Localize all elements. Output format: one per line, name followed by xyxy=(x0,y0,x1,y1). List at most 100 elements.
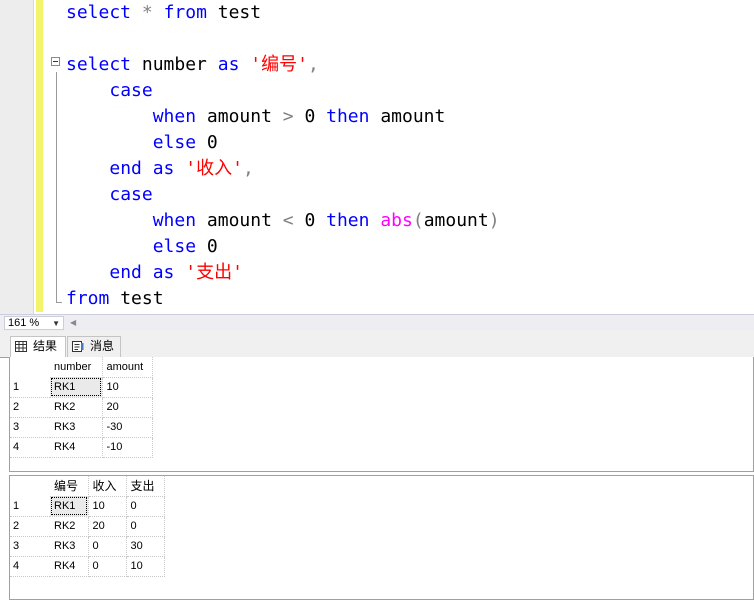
collapse-icon[interactable] xyxy=(51,57,60,66)
table-row[interactable]: 3 RK3 -30 xyxy=(10,417,153,438)
column-header[interactable]: 支出 xyxy=(126,476,165,497)
table-cell[interactable]: RK2 xyxy=(50,397,103,418)
row-number[interactable]: 4 xyxy=(10,556,50,577)
code-token: amount xyxy=(196,210,283,231)
table-cell[interactable]: 10 xyxy=(126,556,165,577)
table-cell[interactable]: 0 xyxy=(126,516,165,537)
table-cell[interactable]: 0 xyxy=(88,536,127,557)
zoom-dropdown[interactable]: 161 % ▼ xyxy=(4,316,64,330)
column-header[interactable]: number xyxy=(50,357,103,378)
column-header[interactable]: 收入 xyxy=(88,476,127,497)
code-operator: < xyxy=(282,210,294,231)
code-line[interactable]: else 0 xyxy=(66,234,218,260)
code-keyword: end xyxy=(109,158,142,179)
table-cell[interactable]: -10 xyxy=(102,437,153,458)
row-number[interactable]: 1 xyxy=(10,377,50,398)
table-cell[interactable]: 30 xyxy=(126,536,165,557)
code-line[interactable]: from test xyxy=(66,286,164,312)
table-cell[interactable]: RK3 xyxy=(50,536,89,557)
results-grid-1[interactable]: number amount 1 RK1 10 2 RK2 20 3 RK3 -3… xyxy=(9,357,754,472)
table-row[interactable]: 3 RK3 0 30 xyxy=(10,536,165,557)
table-header-row: number amount xyxy=(10,357,153,378)
row-number[interactable]: 3 xyxy=(10,536,50,557)
code-operator: , xyxy=(242,158,254,179)
results-tabbar: 结果 消息 xyxy=(0,331,754,357)
column-header[interactable]: amount xyxy=(102,357,153,378)
table-row[interactable]: 1 RK1 10 xyxy=(10,377,153,398)
code-line[interactable]: when amount < 0 then abs(amount) xyxy=(66,208,500,234)
row-number[interactable]: 2 xyxy=(10,516,50,537)
code-line[interactable]: else 0 xyxy=(66,130,218,156)
table-cell[interactable]: -30 xyxy=(102,417,153,438)
tab-results[interactable]: 结果 xyxy=(10,336,66,357)
row-number[interactable]: 2 xyxy=(10,397,50,418)
tab-messages-label: 消息 xyxy=(90,339,115,353)
row-number[interactable]: 1 xyxy=(10,496,50,517)
table-cell[interactable]: RK4 xyxy=(50,437,103,458)
code-keyword: case xyxy=(109,80,153,101)
code-line[interactable]: select number as '编号', xyxy=(66,52,319,78)
code-line[interactable]: end as '支出' xyxy=(66,260,243,286)
chevron-down-icon[interactable]: ▼ xyxy=(52,318,60,330)
table-row[interactable]: 2 RK2 20 xyxy=(10,397,153,418)
code-operator: ) xyxy=(488,210,500,231)
results-grid-2[interactable]: 编号 收入 支出 1 RK1 10 0 2 RK2 20 0 3 RK3 0 3… xyxy=(9,475,754,600)
table-cell[interactable]: 0 xyxy=(126,496,165,517)
table-cell[interactable]: RK1 xyxy=(50,496,89,517)
code-token: amount xyxy=(369,106,446,127)
code-line[interactable]: when amount > 0 then amount xyxy=(66,104,446,130)
code-line[interactable]: case xyxy=(66,78,153,104)
code-token: amount xyxy=(196,106,283,127)
row-header-corner[interactable] xyxy=(10,476,50,496)
code-token: 0 xyxy=(196,132,218,153)
results-table-2: 编号 收入 支出 1 RK1 10 0 2 RK2 20 0 3 RK3 0 3… xyxy=(10,476,165,577)
table-row[interactable]: 4 RK4 0 10 xyxy=(10,556,165,577)
row-number[interactable]: 3 xyxy=(10,417,50,438)
column-header[interactable]: 编号 xyxy=(50,476,89,497)
table-cell[interactable]: RK1 xyxy=(50,377,103,398)
row-number[interactable]: 4 xyxy=(10,437,50,458)
table-cell[interactable]: 20 xyxy=(88,516,127,537)
outline-guide xyxy=(56,72,57,302)
code-line[interactable]: case xyxy=(66,182,152,208)
code-operator: * xyxy=(141,2,153,23)
table-cell[interactable]: 0 xyxy=(88,556,127,577)
code-line[interactable]: end as '收入', xyxy=(66,156,254,182)
table-row[interactable]: 1 RK1 10 0 xyxy=(10,496,165,517)
selection-margin[interactable] xyxy=(0,0,34,314)
table-cell[interactable]: RK2 xyxy=(50,516,89,537)
code-token: test xyxy=(109,288,164,309)
table-cell[interactable]: RK4 xyxy=(50,556,89,577)
table-cell[interactable]: 20 xyxy=(102,397,153,418)
row-header-corner[interactable] xyxy=(10,357,50,377)
code-keyword: then xyxy=(326,210,370,231)
tab-messages[interactable]: 消息 xyxy=(67,336,121,357)
scroll-left-icon[interactable]: ◀ xyxy=(70,318,76,327)
table-cell[interactable]: RK3 xyxy=(50,417,103,438)
tab-results-label: 结果 xyxy=(33,339,58,353)
change-tracking-bar xyxy=(36,0,43,312)
code-keyword: else xyxy=(152,236,197,257)
table-cell[interactable]: 10 xyxy=(102,377,153,398)
code-keyword: then xyxy=(326,106,370,127)
code-string: '编号' xyxy=(250,54,308,75)
message-icon xyxy=(72,341,84,352)
table-row[interactable]: 4 RK4 -10 xyxy=(10,437,153,458)
code-keyword: when xyxy=(152,210,197,231)
table-cell[interactable]: 10 xyxy=(88,496,127,517)
editor-status-strip: 161 % ▼ ◀ xyxy=(0,314,754,331)
code-line[interactable]: select * from test xyxy=(66,0,261,26)
code-keyword: from xyxy=(66,288,110,309)
code-keyword: else xyxy=(152,132,197,153)
sql-editor[interactable]: select * from test select number as '编号',… xyxy=(0,0,754,314)
table-row[interactable]: 2 RK2 20 0 xyxy=(10,516,165,537)
